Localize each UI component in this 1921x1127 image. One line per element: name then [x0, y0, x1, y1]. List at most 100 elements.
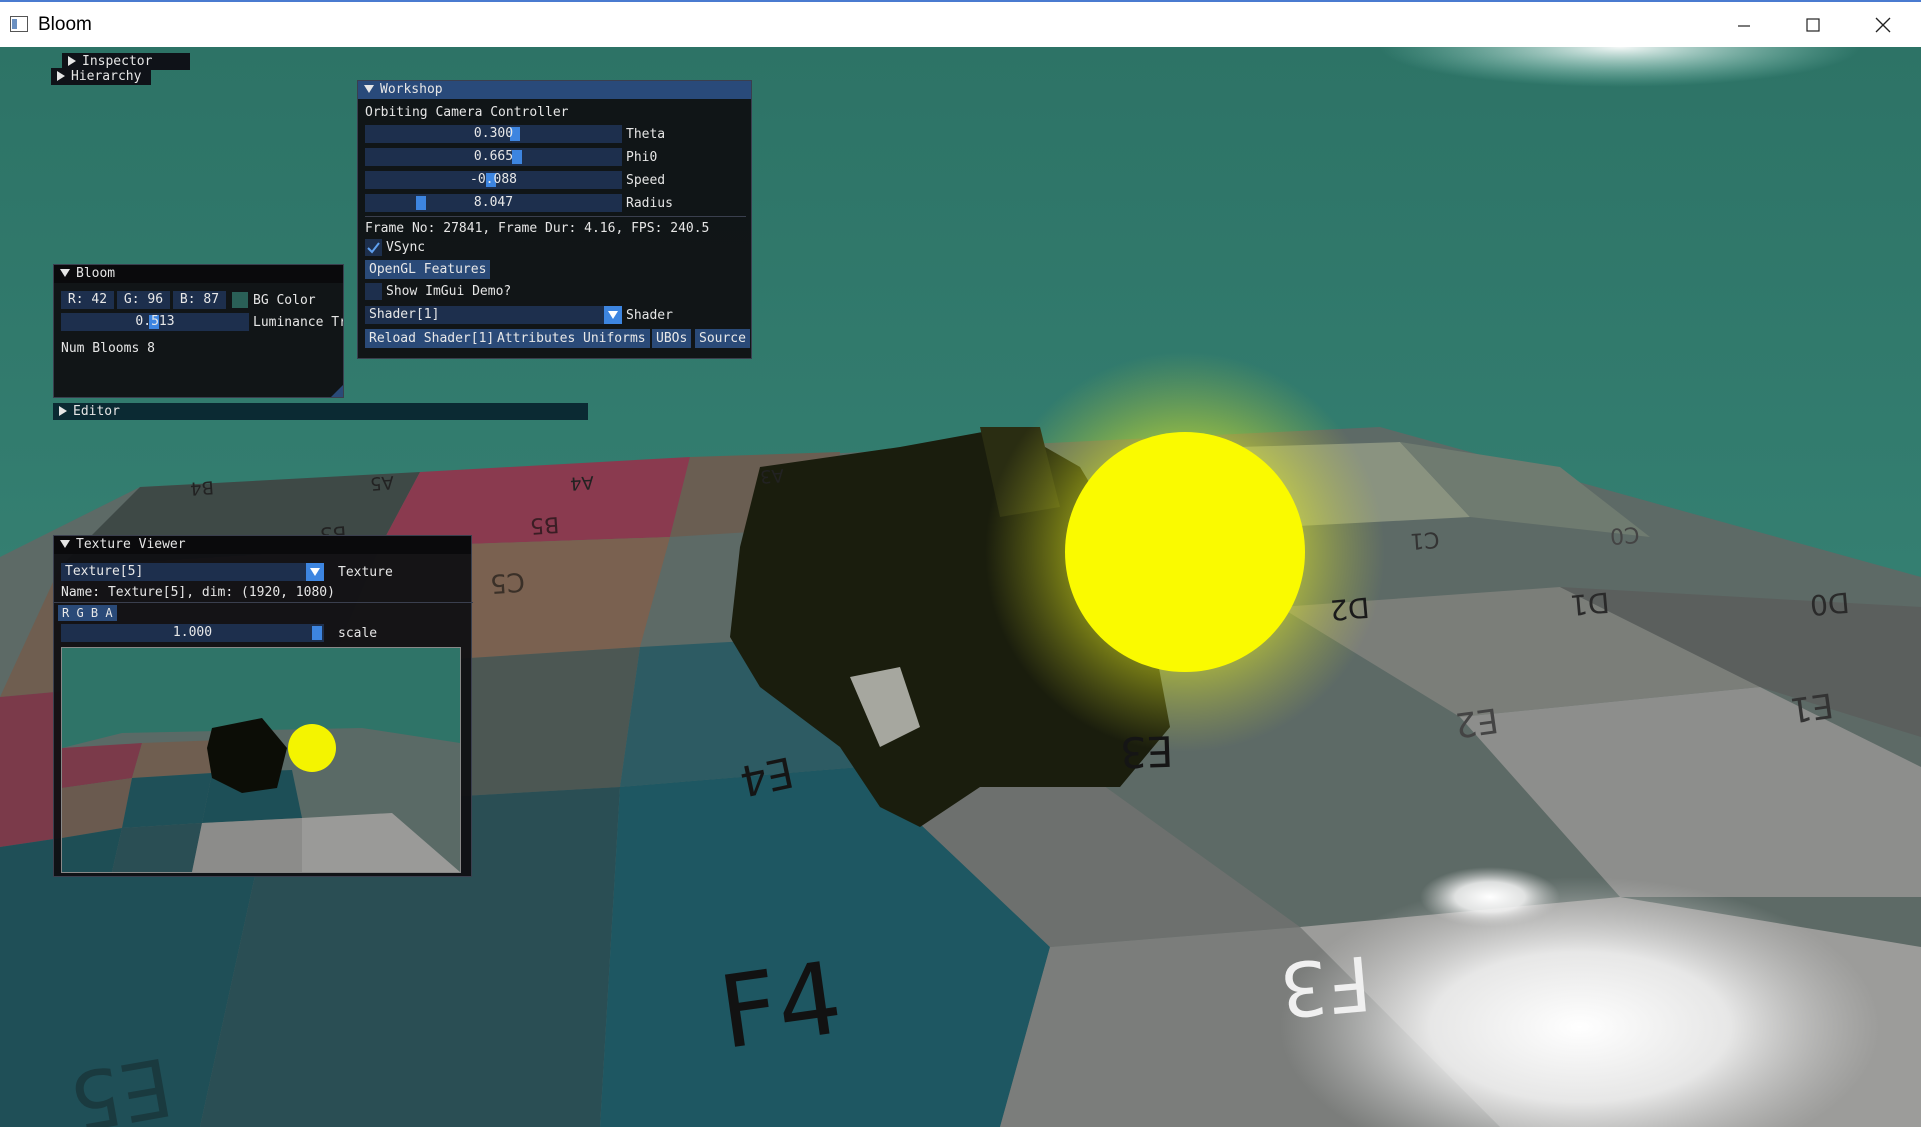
vsync-label: VSync [386, 240, 426, 255]
luminance-value: 0.513 [135, 314, 175, 329]
tile-label-a5: A5 [369, 471, 395, 494]
r-value: R: 42 [67, 292, 108, 307]
tile-label-e2: E2 [1452, 699, 1501, 745]
expand-arrow-icon [57, 71, 65, 81]
maximize-button[interactable] [1779, 2, 1847, 47]
editor-title: Editor [73, 404, 120, 419]
bg-color-label: BG Color [253, 293, 316, 308]
texture-combo-label: Texture [338, 565, 393, 580]
theta-value: 0.300 [473, 126, 514, 141]
bg-color-swatch[interactable] [232, 292, 248, 308]
section-title: Orbiting Camera Controller [365, 105, 569, 120]
window-title-bar: Bloom [0, 0, 1921, 47]
num-blooms-text: Num Blooms 8 [61, 341, 155, 356]
luminance-threshold-slider[interactable]: 0.513 [61, 313, 249, 331]
window-title: Bloom [38, 14, 92, 35]
vsync-checkbox[interactable] [365, 239, 382, 256]
resize-grip[interactable] [331, 385, 343, 397]
tile-label-d2: D2 [1328, 590, 1371, 627]
hierarchy-title: Hierarchy [71, 69, 142, 84]
slider-grab[interactable] [312, 626, 322, 640]
inspector-title: Inspector [82, 54, 153, 69]
ubos-button[interactable]: UBOs [652, 329, 692, 348]
checkmark-icon [367, 242, 380, 254]
tile-label-c1: C1 [1409, 526, 1441, 553]
bg-color-b-field[interactable]: B: 87 [173, 291, 226, 309]
shader-combo-value: Shader[1] [369, 307, 440, 322]
luminance-label: Luminance Tr [253, 315, 343, 330]
minimize-icon [1738, 25, 1750, 27]
collapse-arrow-icon[interactable] [60, 269, 70, 277]
shader-combo-label: Shader [626, 308, 673, 323]
expand-arrow-icon [68, 56, 76, 66]
radius-label: Radius [626, 196, 673, 211]
collapse-arrow-icon[interactable] [364, 85, 374, 93]
scale-value: 1.000 [172, 625, 213, 640]
texture-preview [61, 647, 461, 873]
close-button[interactable] [1849, 2, 1917, 47]
chevron-down-icon[interactable] [306, 563, 324, 581]
hierarchy-window-collapsed[interactable]: Hierarchy [51, 68, 151, 85]
phi0-label: Phi0 [626, 150, 658, 165]
tile-label-f3: F3 [1276, 938, 1375, 1034]
collapse-arrow-icon[interactable] [60, 540, 70, 548]
reload-shader-button[interactable]: Reload Shader[1] [365, 329, 499, 348]
tile-label-a3: A3 [759, 464, 785, 487]
bloom-title-bar[interactable]: Bloom [54, 265, 343, 283]
minimize-button[interactable] [1710, 2, 1778, 47]
shader-combo[interactable]: Shader[1] [365, 306, 622, 324]
tile-label-b5: B5 [529, 511, 560, 538]
tile-label-a4: A4 [569, 471, 595, 494]
separator [54, 602, 473, 603]
texture-info: Name: Texture[5], dim: (1920, 1080) [61, 585, 335, 600]
workshop-title-bar[interactable]: Workshop [358, 81, 751, 99]
workshop-window: Workshop Orbiting Camera Controller 0.30… [357, 80, 752, 359]
separator [365, 216, 746, 217]
tile-label-f4: F4 [712, 939, 849, 1072]
speed-value: -0.088 [470, 172, 517, 187]
theta-slider[interactable]: 0.300 [365, 125, 622, 143]
bloom-window: Bloom R: 42 G: 96 B: 87 BG Color 0.513 L… [53, 264, 344, 398]
app-icon [10, 16, 28, 32]
slider-grab[interactable] [416, 196, 426, 210]
speed-label: Speed [626, 173, 666, 188]
expand-arrow-icon [59, 406, 67, 416]
scale-label: scale [338, 626, 378, 641]
bg-color-g-field[interactable]: G: 96 [117, 291, 170, 309]
tile-label-d0: D0 [1808, 585, 1851, 622]
frame-stats: Frame No: 27841, Frame Dur: 4.16, FPS: 2… [365, 221, 710, 236]
tile-label-c5: C5 [488, 565, 526, 599]
tile-label-d1: D1 [1568, 585, 1611, 622]
theta-label: Theta [626, 127, 666, 142]
chevron-down-icon[interactable] [604, 306, 622, 324]
b-value: B: 87 [179, 292, 220, 307]
uniforms-button[interactable]: Uniforms [579, 329, 650, 348]
source-button[interactable]: Source [695, 329, 750, 348]
tile-label-e3: E3 [1119, 726, 1175, 777]
editor-window-collapsed[interactable]: Editor [53, 403, 588, 420]
opengl-features-button[interactable]: OpenGL Features [365, 260, 491, 279]
g-value: G: 96 [123, 292, 164, 307]
maximize-icon [1806, 18, 1820, 32]
tile-label-b4: B4 [189, 476, 215, 499]
slider-grab[interactable] [512, 150, 522, 164]
texture-combo-value: Texture[5] [65, 564, 144, 579]
scale-slider[interactable]: 1.000 [61, 624, 324, 642]
phi0-value: 0.665 [473, 149, 514, 164]
attributes-button[interactable]: Attributes [493, 329, 580, 348]
texture-combo[interactable]: Texture[5] [61, 563, 324, 581]
tile-label-e1: E1 [1787, 684, 1836, 730]
radius-slider[interactable]: 8.047 [365, 194, 622, 212]
imgui-demo-label: Show ImGui Demo? [386, 284, 512, 299]
bg-color-r-field[interactable]: R: 42 [61, 291, 114, 309]
bloom-title: Bloom [76, 266, 116, 281]
texture-viewer-title-bar[interactable]: Texture Viewer [54, 536, 471, 554]
texture-viewer-title: Texture Viewer [76, 537, 186, 552]
phi0-slider[interactable]: 0.665 [365, 148, 622, 166]
imgui-demo-checkbox[interactable] [365, 283, 382, 300]
close-icon [1875, 17, 1891, 33]
speed-slider[interactable]: -0.088 [365, 171, 622, 189]
radius-value: 8.047 [473, 195, 514, 210]
channel-toggle-buttons[interactable]: R G B A [58, 605, 117, 621]
workshop-title: Workshop [380, 82, 443, 97]
